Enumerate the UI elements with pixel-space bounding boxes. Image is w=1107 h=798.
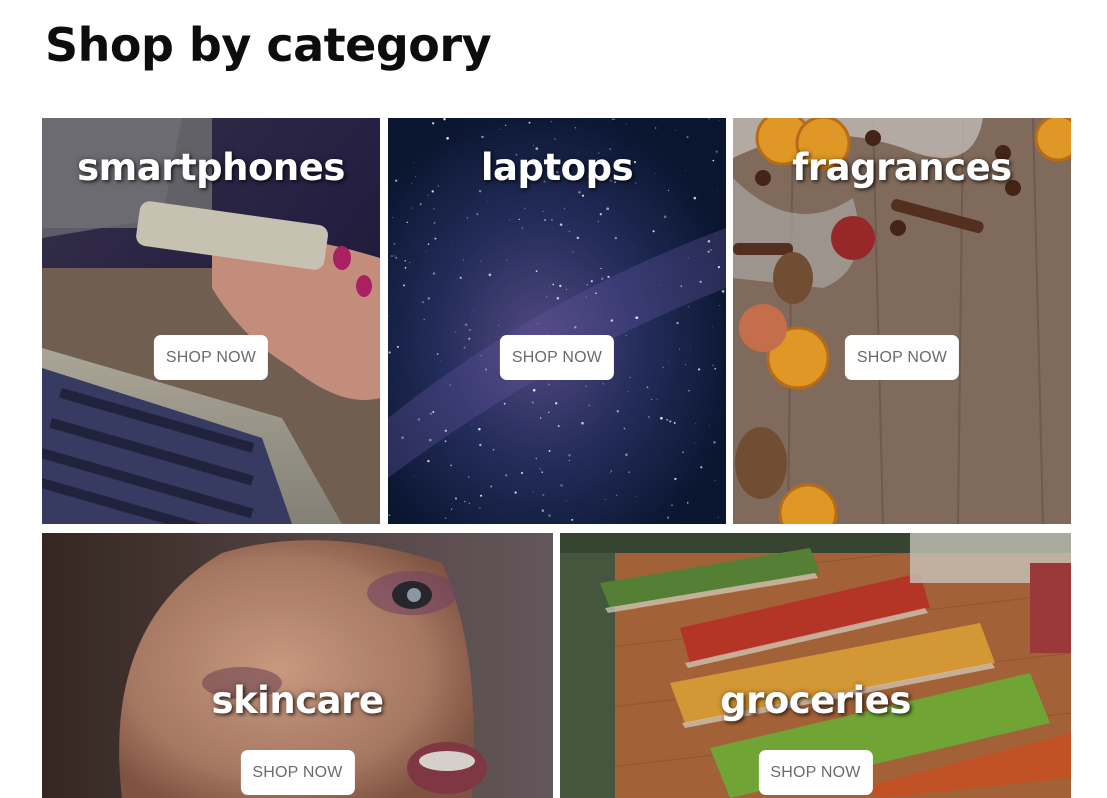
category-tile-smartphones[interactable]: smartphones SHOP NOW [42,118,380,524]
category-tile-laptops[interactable]: laptops SHOP NOW [388,118,726,524]
category-tile-skincare[interactable]: skincare SHOP NOW [42,533,553,798]
shop-now-button[interactable]: SHOP NOW [758,750,873,795]
category-label: groceries [720,679,911,722]
category-label: skincare [211,679,384,722]
category-label: fragrances [792,146,1012,189]
shop-now-button[interactable]: SHOP NOW [844,335,960,380]
category-tile-fragrances[interactable]: fragrances SHOP NOW [733,118,1071,524]
page-title: Shop by category [45,18,492,72]
shop-now-button[interactable]: SHOP NOW [240,750,355,795]
shop-now-button[interactable]: SHOP NOW [153,335,269,380]
category-tile-groceries[interactable]: groceries SHOP NOW [560,533,1071,798]
category-label: smartphones [77,146,345,189]
shop-now-button[interactable]: SHOP NOW [499,335,615,380]
category-label: laptops [480,146,634,189]
